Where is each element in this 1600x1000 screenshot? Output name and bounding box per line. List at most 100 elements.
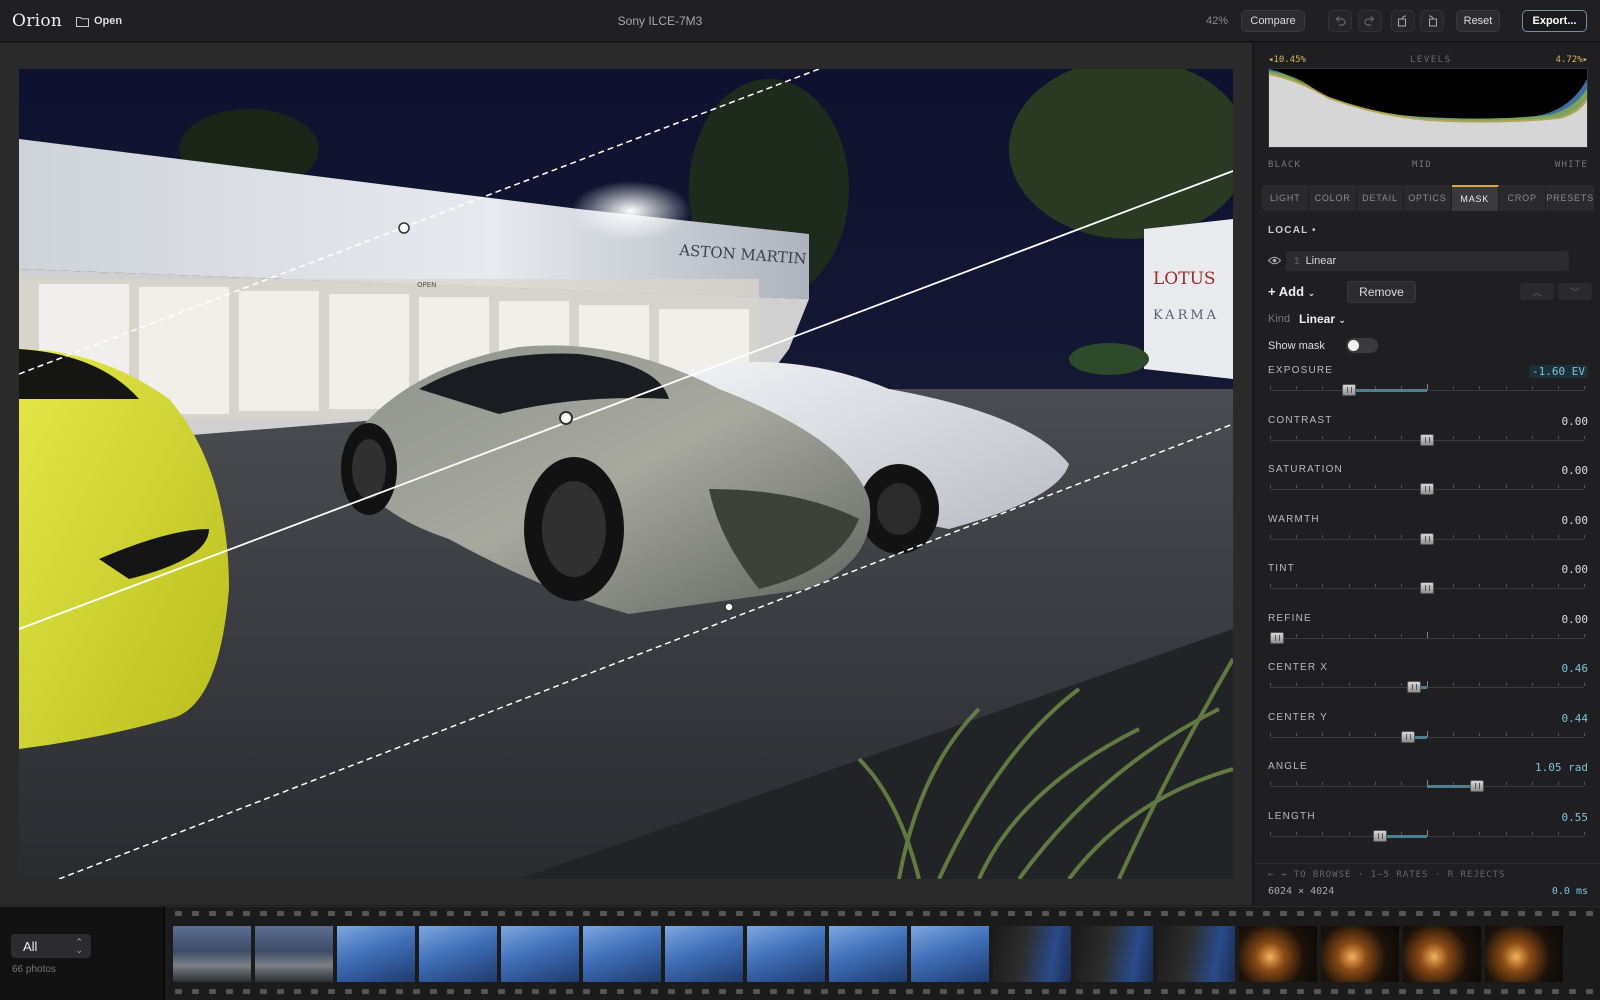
slider-value[interactable]: 0.00	[1562, 415, 1589, 428]
tab-crop[interactable]: CROP	[1499, 185, 1547, 211]
rotate-right-button[interactable]	[1420, 10, 1444, 32]
slider-tick	[1375, 732, 1376, 736]
thumbnail[interactable]	[747, 926, 825, 982]
compare-button[interactable]: Compare	[1241, 10, 1305, 32]
slider-knob[interactable]	[1420, 483, 1434, 495]
slider-tick	[1453, 831, 1454, 835]
thumbnail[interactable]	[501, 926, 579, 982]
mask-handle-center[interactable]	[559, 411, 573, 425]
thumbnail[interactable]	[911, 926, 989, 982]
thumbnail[interactable]	[337, 926, 415, 982]
show-mask-toggle[interactable]	[1346, 338, 1378, 353]
slider-track[interactable]	[1270, 681, 1585, 693]
slider-knob[interactable]	[1420, 433, 1434, 446]
panel-tabs: LIGHT COLOR DETAIL OPTICS MASK CROP PRES…	[1262, 185, 1595, 211]
export-button[interactable]: Export...	[1522, 10, 1587, 32]
slider-knob[interactable]	[1420, 532, 1434, 545]
move-down-button[interactable]: ﹀	[1558, 283, 1592, 300]
slider-track[interactable]	[1270, 433, 1585, 446]
slider-value[interactable]: -1.60 EV	[1529, 365, 1588, 378]
move-up-button[interactable]: ︿	[1520, 283, 1554, 300]
tab-light[interactable]: LIGHT	[1262, 185, 1310, 211]
thumbnail-strip[interactable]	[164, 907, 1600, 1000]
redo-button[interactable]	[1358, 10, 1382, 32]
slider-value[interactable]: 1.05 rad	[1535, 761, 1588, 774]
thumbnail[interactable]	[1485, 926, 1563, 982]
highlight-clipping[interactable]: 4.72%▸	[1555, 55, 1588, 65]
slider-tick	[1401, 683, 1402, 686]
slider-value[interactable]: 0.00	[1562, 613, 1589, 626]
slider-value[interactable]: 0.00	[1562, 563, 1589, 576]
slider-tick	[1532, 386, 1533, 389]
slider-track[interactable]	[1270, 384, 1585, 396]
add-mask-button[interactable]: + Add ⌄	[1268, 284, 1315, 299]
thumbnail[interactable]	[1403, 926, 1481, 982]
slider-tick	[1532, 831, 1533, 835]
slider-knob[interactable]	[1420, 582, 1434, 594]
slider-knob[interactable]	[1470, 780, 1485, 792]
slider-value[interactable]: 0.00	[1562, 514, 1589, 527]
slider-knob[interactable]	[1270, 631, 1284, 644]
sprocket-hole	[328, 989, 335, 994]
slider-track[interactable]	[1270, 532, 1585, 545]
thumbnail[interactable]	[173, 926, 251, 982]
tab-detail[interactable]: DETAIL	[1357, 185, 1405, 211]
reset-button[interactable]: Reset	[1456, 10, 1500, 32]
label-white: WHITE	[1554, 160, 1588, 170]
sprocket-hole	[1127, 911, 1134, 916]
slider-track[interactable]	[1270, 582, 1585, 594]
tab-color[interactable]: COLOR	[1309, 185, 1357, 211]
slider-value[interactable]: 0.55	[1562, 811, 1589, 824]
shadow-clipping[interactable]: ◂10.45%	[1268, 55, 1306, 65]
tab-presets[interactable]: PRESETS	[1546, 185, 1595, 211]
rotate-left-button[interactable]	[1391, 10, 1415, 32]
mask-item[interactable]: 1 Linear	[1286, 251, 1569, 271]
thumbnail[interactable]	[583, 926, 661, 982]
sprocket-hole	[974, 911, 981, 916]
mask-handle-bottom[interactable]	[724, 602, 734, 612]
eye-icon[interactable]	[1268, 256, 1281, 265]
thumbnail[interactable]	[1157, 926, 1235, 982]
open-button[interactable]: Open	[72, 10, 126, 32]
slider-value[interactable]: 0.44	[1562, 712, 1589, 725]
slider-knob[interactable]	[1341, 384, 1356, 396]
histogram[interactable]	[1268, 68, 1588, 148]
slider-knob[interactable]	[1407, 681, 1422, 693]
mask-handle-top[interactable]	[398, 222, 410, 234]
slider-track[interactable]	[1270, 780, 1585, 792]
thumbnail[interactable]	[993, 926, 1071, 982]
sprocket-hole	[583, 989, 590, 994]
tab-mask[interactable]: MASK	[1451, 185, 1499, 211]
mask-list-row[interactable]: 1 Linear	[1268, 251, 1588, 271]
slider-knob[interactable]	[1372, 829, 1387, 842]
slider-track[interactable]	[1270, 829, 1585, 842]
thumbnail[interactable]	[255, 926, 333, 982]
thumbnail[interactable]	[1239, 926, 1317, 982]
thumbnail[interactable]	[419, 926, 497, 982]
filter-select[interactable]: All ⌃ ⌄	[11, 934, 91, 958]
undo-button[interactable]	[1328, 10, 1352, 32]
slider-value[interactable]: 0.00	[1562, 464, 1589, 477]
slider-tick	[1349, 831, 1350, 835]
thumbnail[interactable]	[1321, 926, 1399, 982]
sprocket-hole	[1059, 989, 1066, 994]
sprocket-hole	[1501, 989, 1508, 994]
slider-tick	[1270, 782, 1271, 785]
slider-knob[interactable]	[1401, 730, 1416, 743]
thumbnail[interactable]	[1075, 926, 1153, 982]
sprocket-hole	[685, 989, 692, 994]
slider-value[interactable]: 0.46	[1562, 662, 1589, 675]
photo-canvas[interactable]: ASTON MARTIN OPEN LOTUS KARMA	[19, 69, 1233, 879]
zoom-level[interactable]: 42%	[1206, 15, 1228, 27]
slider-track[interactable]	[1270, 730, 1585, 743]
thumbnail[interactable]	[829, 926, 907, 982]
image-dimensions: 6024 × 4024	[1268, 886, 1335, 897]
slider-track[interactable]	[1270, 483, 1585, 495]
sprocket-hole	[855, 911, 862, 916]
tab-optics[interactable]: OPTICS	[1404, 185, 1452, 211]
kind-select[interactable]: Linear ⌄	[1299, 312, 1346, 326]
sprocket-hole	[413, 989, 420, 994]
slider-track[interactable]	[1270, 631, 1585, 644]
remove-mask-button[interactable]: Remove	[1347, 281, 1416, 303]
thumbnail[interactable]	[665, 926, 743, 982]
